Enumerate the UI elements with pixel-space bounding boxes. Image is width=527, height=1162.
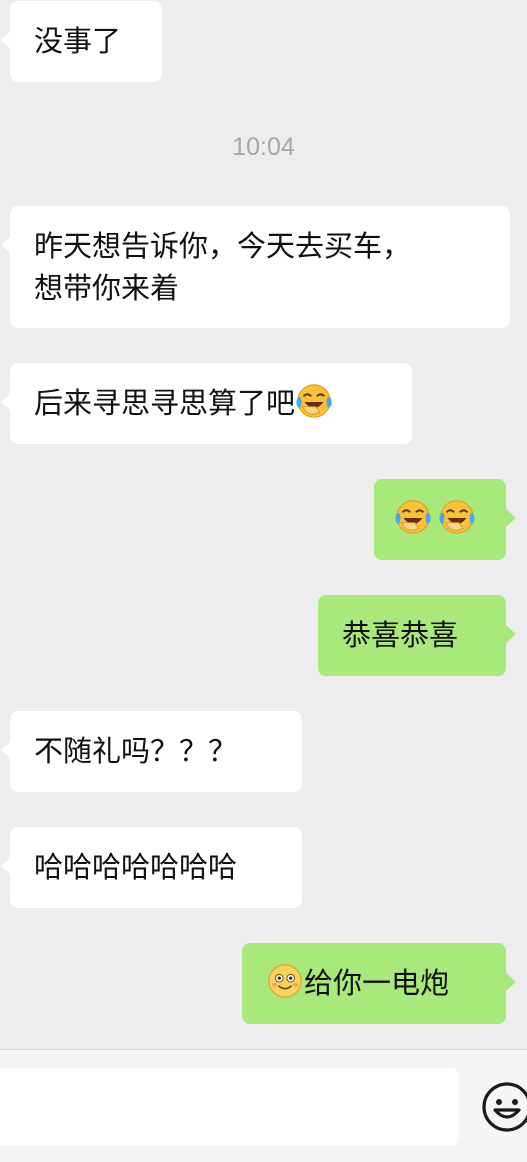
message-input[interactable] (0, 1068, 459, 1146)
laugh-cry-emoji-icon (295, 382, 333, 420)
outgoing-message-bubble[interactable] (374, 479, 516, 560)
message-text-line: 昨天想告诉你，今天去买车， (34, 229, 412, 263)
message-text: 没事了 (34, 24, 122, 58)
message-text-line: 想带你来着 (34, 271, 180, 305)
message-text: 不随礼吗？？？ (34, 734, 238, 768)
chat-message-list[interactable]: 没事了 10:04 昨天想告诉你，今天去买车， 想带你来着 后来寻思寻思算了吧 (0, 0, 527, 1050)
incoming-message-bubble[interactable]: 哈哈哈哈哈哈哈 (1, 827, 302, 908)
message-input-bar (0, 1049, 527, 1162)
smile-emoji-icon (266, 962, 304, 1000)
incoming-message-bubble[interactable]: 没事了 (1, 1, 162, 82)
laugh-cry-emoji-icon (438, 498, 476, 536)
incoming-message-bubble[interactable]: 后来寻思寻思算了吧 (1, 363, 412, 444)
laugh-cry-emoji-icon (394, 498, 432, 536)
incoming-message-bubble[interactable]: 不随礼吗？？？ (1, 711, 302, 792)
message-text: 给你一电炮 (304, 966, 450, 1000)
message-timestamp: 10:04 (232, 133, 295, 161)
message-text: 哈哈哈哈哈哈哈 (34, 850, 238, 884)
emoji-face-icon[interactable] (480, 1080, 527, 1134)
message-text: 后来寻思寻思算了吧 (34, 386, 296, 420)
message-text: 恭喜恭喜 (342, 618, 459, 652)
outgoing-message-bubble[interactable]: 恭喜恭喜 (318, 595, 516, 676)
incoming-message-bubble[interactable]: 昨天想告诉你，今天去买车， 想带你来着 (1, 206, 510, 328)
outgoing-message-bubble[interactable]: 给你一电炮 (242, 943, 516, 1024)
